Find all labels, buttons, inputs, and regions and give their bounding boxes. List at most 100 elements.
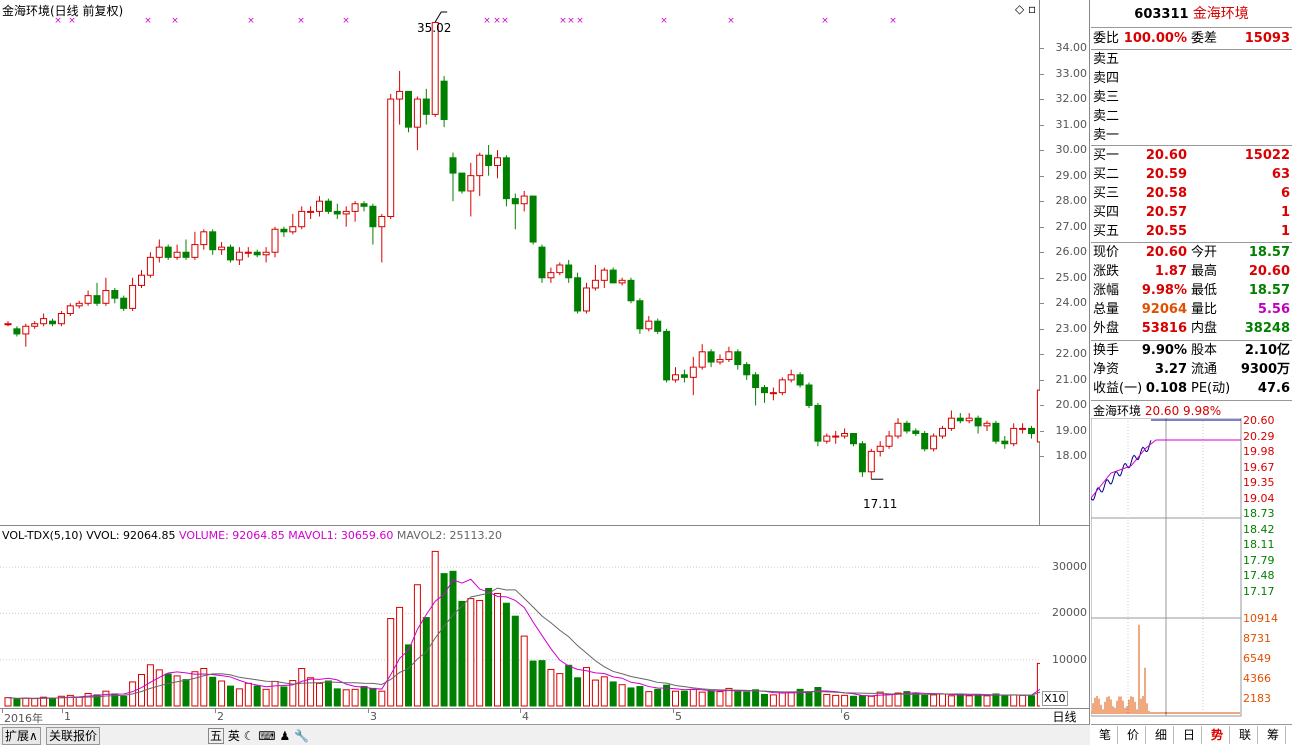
buy-volume: 6 [1280, 186, 1290, 201]
event-marker[interactable]: × [493, 16, 501, 26]
volume-bar [974, 693, 982, 707]
mini-tab[interactable]: 细 [1149, 726, 1174, 744]
user-icon[interactable]: ♟ [279, 729, 290, 743]
candle [583, 282, 590, 314]
event-marker[interactable]: × [889, 16, 897, 26]
event-marker[interactable]: × [342, 16, 350, 26]
buy-price: 20.58 [1145, 186, 1187, 201]
event-marker[interactable]: × [559, 16, 567, 26]
volume-bar [22, 697, 30, 707]
event-marker[interactable]: × [247, 16, 255, 26]
english-icon[interactable]: 英 [228, 729, 240, 743]
price-tick: 19.00 [1055, 423, 1088, 437]
mini-pct: 9.98% [1183, 404, 1222, 418]
date-axis: 2016年 1 2 3 4 5 6 [0, 708, 1040, 725]
candle [627, 277, 635, 304]
candle [885, 430, 893, 449]
moon-icon[interactable]: ☾ [244, 729, 255, 743]
event-marker[interactable]: × [144, 16, 152, 26]
wubi-icon[interactable]: 五 [208, 728, 225, 744]
candle [698, 344, 706, 370]
buy-volume: 63 [1271, 167, 1290, 182]
candle [912, 428, 920, 437]
period-selector[interactable]: 日线 [1040, 708, 1090, 724]
kline-chart[interactable]: 金海环境(日线 前复权) ◇ ▫ × × × × × × × × × × × × × × × × × 35.02… [0, 0, 1040, 525]
stat-row: 外盘 53816 内盘 38248 [1091, 319, 1292, 338]
mini-tab[interactable]: 日 [1177, 726, 1202, 744]
stat-row: 涨幅 9.98% 最低 18.57 [1091, 281, 1292, 300]
candle [111, 287, 119, 304]
candle [396, 70, 404, 125]
input-method-bar[interactable]: 五 英 ☾ ⌨ ♟ 🔧 [208, 727, 309, 744]
volume-bar [885, 693, 893, 707]
mini-tab[interactable]: 势 [1205, 726, 1230, 744]
volume-bar [912, 692, 920, 707]
volume-bar [716, 691, 724, 707]
event-marker[interactable]: × [821, 16, 829, 26]
candle [200, 229, 208, 250]
expand-tab[interactable]: 扩展∧ [2, 727, 41, 745]
stat-value: 20.60 [1248, 264, 1290, 279]
price-tick: 27.00 [1055, 219, 1088, 233]
mini-tab[interactable]: 联 [1233, 726, 1258, 744]
sell-level-row: 卖四 [1091, 69, 1292, 88]
volume-bar [271, 680, 279, 707]
mini-tab[interactable]: 筹 [1261, 726, 1286, 744]
mini-price-tick: 18.11 [1243, 538, 1275, 551]
candle [1001, 436, 1009, 449]
keyboard-icon[interactable]: ⌨ [258, 729, 275, 743]
candle [84, 290, 92, 306]
volume-bar [930, 694, 938, 707]
event-marker[interactable]: × [171, 16, 179, 26]
candle [547, 267, 555, 283]
related-quote-tab[interactable]: 关联报价 [46, 727, 101, 745]
candle [689, 356, 697, 396]
mini-name: 金海环境 [1093, 404, 1142, 418]
price-tick: 22.00 [1055, 347, 1088, 361]
stat-value: 92064 [1141, 302, 1187, 317]
volume-bar [823, 693, 831, 707]
price-tick: 18.00 [1055, 449, 1088, 463]
candle [93, 282, 101, 306]
candle [31, 321, 39, 329]
candle [57, 310, 65, 327]
mini-volume-tick: 6549 [1243, 652, 1271, 665]
volume-bar [565, 664, 573, 707]
event-marker[interactable]: × [483, 16, 491, 26]
volume-bar [636, 686, 644, 707]
candle [529, 195, 537, 245]
price-tick: 32.00 [1055, 92, 1088, 106]
candle [734, 349, 742, 370]
candle [413, 96, 421, 151]
event-marker[interactable]: × [727, 16, 735, 26]
event-marker[interactable]: × [501, 16, 509, 26]
volume-bar [467, 598, 475, 707]
buy-price: 20.59 [1145, 167, 1187, 182]
event-marker[interactable]: × [297, 16, 305, 26]
volume-bar [342, 689, 350, 707]
candle [351, 201, 359, 222]
volume-bar [405, 644, 412, 707]
volume-panel[interactable]: VOL-TDX(5,10) VVOL: 92064.85 VOLUME: 920… [0, 525, 1040, 708]
stat-value: 5.56 [1257, 302, 1290, 317]
event-marker[interactable]: × [54, 16, 62, 26]
candle [520, 190, 528, 212]
mini-tab[interactable]: 价 [1121, 726, 1146, 744]
low-price-label: 17.11 [863, 497, 898, 511]
volume-bar [689, 688, 697, 707]
wrench-icon[interactable]: 🔧 [294, 729, 309, 743]
candle [440, 76, 448, 128]
event-marker[interactable]: × [567, 16, 575, 26]
volume-bar [476, 599, 484, 707]
candle [369, 203, 377, 245]
volume-bar [494, 593, 501, 707]
event-marker[interactable]: × [660, 16, 668, 26]
volume-unit: X10 [1042, 691, 1068, 706]
candle [672, 367, 679, 383]
buy-price: 20.55 [1145, 224, 1187, 239]
volume-bar [752, 689, 760, 707]
candle [680, 369, 688, 383]
event-marker[interactable]: × [576, 16, 584, 26]
event-marker[interactable]: × [68, 16, 76, 26]
mini-tab[interactable]: 笔 [1093, 726, 1118, 744]
